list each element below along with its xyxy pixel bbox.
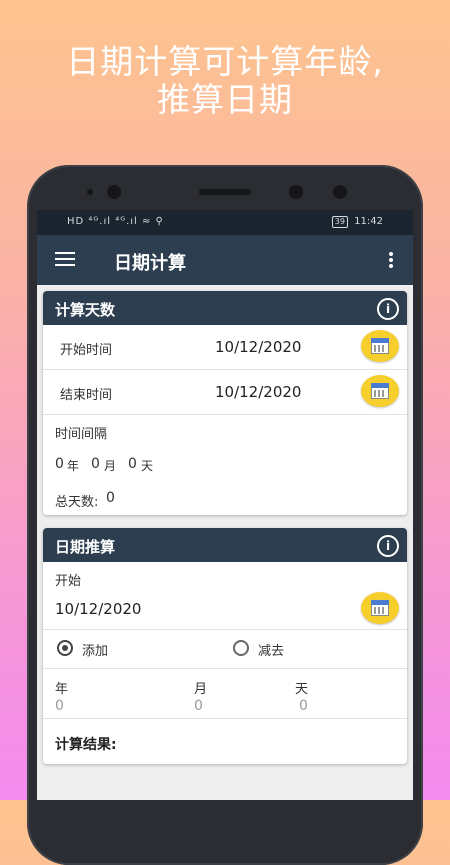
calendar-icon [371, 600, 389, 616]
app-toolbar: 日期计算 [37, 235, 413, 285]
date-projection-card: 日期推算 i 开始 10/12/2020 添加 减去 年 0 月 0 天 0 计… [43, 528, 407, 764]
start-label: 开始 [55, 574, 82, 589]
status-right: 39 11:42 [331, 216, 383, 228]
subtract-label[interactable]: 减去 [258, 640, 284, 659]
start-date-value[interactable]: 10/12/2020 [215, 338, 301, 356]
app-screen: HD ⁴ᴳ.ıl ⁴ᴳ.ıl ≈ ⚲ 39 11:42 日期计算 计算天数 i … [37, 210, 413, 800]
promo-headline-line2: 推算日期 [157, 80, 293, 119]
year-label: 年 [55, 682, 69, 697]
front-camera-icon [333, 185, 347, 199]
months-value: 0 [91, 456, 100, 472]
card-title: 计算天数 [55, 301, 116, 319]
calendar-icon [371, 383, 389, 399]
end-date-label: 结束时间 [60, 388, 113, 403]
hamburger-menu-icon[interactable] [55, 252, 75, 266]
calendar-button[interactable] [361, 592, 399, 624]
start-date-value[interactable]: 10/12/2020 [55, 600, 141, 618]
sensor-icon [87, 189, 93, 195]
battery-icon: 39 [331, 216, 348, 228]
calendar-button[interactable] [361, 330, 399, 362]
days-calculation-card: 计算天数 i 开始时间 10/12/2020 结束时间 10/12/2020 时… [43, 291, 407, 515]
front-camera-icon [107, 185, 121, 199]
years-unit: 年 [67, 459, 80, 473]
start-date-row[interactable]: 开始时间 10/12/2020 [43, 325, 407, 369]
days-value: 0 [128, 456, 137, 472]
day-label: 天 [295, 682, 309, 697]
subtract-radio[interactable] [233, 640, 249, 656]
start-date-label: 开始时间 [60, 343, 113, 358]
year-input[interactable]: 0 [55, 698, 64, 714]
signal-indicators: HD ⁴ᴳ.ıl ⁴ᴳ.ıl ≈ ⚲ [67, 216, 164, 227]
card-title: 日期推算 [55, 538, 116, 556]
add-label[interactable]: 添加 [82, 640, 108, 659]
total-days-label: 总天数: [55, 495, 99, 510]
promo-headline-line1: 日期计算可计算年龄, [66, 42, 384, 81]
years-value: 0 [55, 456, 64, 472]
more-vert-icon[interactable] [389, 252, 393, 268]
calendar-icon [371, 338, 389, 354]
interval-values: 0 年 0 月 0 天 [43, 456, 407, 476]
day-input[interactable]: 0 [299, 698, 308, 714]
interval-label: 时间间隔 [55, 427, 108, 442]
info-icon[interactable]: i [377, 298, 399, 320]
end-date-row[interactable]: 结束时间 10/12/2020 [43, 370, 407, 414]
info-icon[interactable]: i [377, 535, 399, 557]
clock: 11:42 [354, 216, 383, 227]
month-input[interactable]: 0 [194, 698, 203, 714]
earpiece-speaker [199, 189, 251, 195]
add-radio[interactable] [57, 640, 73, 656]
month-label: 月 [194, 682, 208, 697]
toolbar-title: 日期计算 [114, 253, 186, 274]
total-days-value: 0 [106, 490, 115, 506]
status-bar: HD ⁴ᴳ.ıl ⁴ᴳ.ıl ≈ ⚲ 39 11:42 [37, 210, 413, 235]
result-label: 计算结果: [55, 737, 117, 753]
front-camera-icon [289, 185, 303, 199]
months-unit: 月 [104, 459, 117, 473]
days-unit: 天 [141, 459, 154, 473]
calendar-button[interactable] [361, 375, 399, 407]
card-header: 日期推算 i [43, 528, 407, 562]
end-date-value[interactable]: 10/12/2020 [215, 383, 301, 401]
card-header: 计算天数 i [43, 291, 407, 325]
